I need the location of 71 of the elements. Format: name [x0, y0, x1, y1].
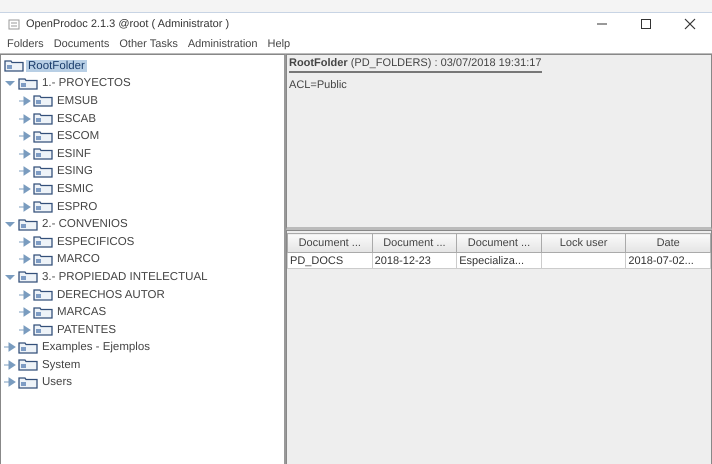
menu-item[interactable]: Help	[262, 38, 296, 50]
folder-icon	[18, 340, 38, 354]
expand-toggle-icon[interactable]	[19, 130, 31, 142]
tree-item[interactable]: Examples - Ejemplos	[40, 341, 152, 354]
folder-icon	[33, 252, 53, 266]
expand-toggle-icon[interactable]	[19, 200, 31, 213]
tree-item[interactable]: ESCOM	[55, 130, 102, 142]
expand-toggle-icon[interactable]	[19, 148, 31, 160]
column-header[interactable]: Lock user	[541, 234, 626, 252]
expand-toggle-icon[interactable]	[19, 253, 31, 266]
expand-toggle-icon[interactable]	[19, 288, 31, 301]
folder-icon	[4, 59, 24, 72]
expand-toggle-icon[interactable]	[19, 236, 31, 248]
menu-item[interactable]: Administration	[182, 38, 263, 50]
menu-item[interactable]: Documents	[48, 38, 114, 50]
expand-toggle-icon[interactable]	[19, 112, 31, 125]
table-cell: PD_DOCS	[288, 252, 372, 268]
table-cell: 2018-07-02...	[626, 252, 710, 268]
tree-item[interactable]: EMSUB	[55, 94, 100, 107]
tree-item[interactable]: ESPECIFICOS	[55, 236, 136, 248]
column-header[interactable]: Document ...	[288, 234, 372, 252]
folder-icon	[33, 182, 53, 196]
tree-item[interactable]: PATENTES	[55, 324, 118, 336]
tree-item[interactable]: ESING	[55, 165, 95, 178]
folder-heading: RootFolder (PD_FOLDERS) : 03/07/2018 19:31:17	[289, 57, 542, 73]
folder-icon	[33, 306, 53, 319]
tree-item[interactable]: RootFolder	[26, 60, 87, 72]
tree-item[interactable]: System	[40, 358, 82, 371]
expand-toggle-icon[interactable]	[19, 182, 31, 195]
tree-item[interactable]: 1.- PROYECTOS	[40, 77, 133, 90]
folder-icon	[33, 323, 53, 336]
folder-icon	[18, 76, 38, 90]
tree-item[interactable]: DERECHOS AUTOR	[55, 288, 167, 301]
folder-icon	[33, 94, 53, 108]
tree-item[interactable]: ESPRO	[55, 200, 100, 213]
column-header[interactable]: Date	[626, 234, 710, 252]
window-title: OpenProdoc 2.1.3 @root ( Administrator )	[26, 18, 230, 30]
folder-icon	[33, 147, 53, 160]
expand-toggle-icon[interactable]	[4, 341, 16, 354]
menu-item[interactable]: Folders	[2, 38, 49, 50]
folder-icon	[33, 164, 53, 178]
expand-toggle-icon[interactable]	[19, 306, 31, 318]
tree-item[interactable]: ESCAB	[55, 112, 98, 125]
folder-icon	[33, 112, 53, 126]
expand-toggle-icon[interactable]	[19, 324, 31, 336]
table-cell: Especializa...	[456, 252, 542, 268]
tree-item[interactable]: Users	[40, 376, 74, 388]
tree-item[interactable]: 3.- PROPIEDAD INTELECTUAL	[40, 270, 210, 283]
expand-toggle-icon[interactable]	[19, 165, 31, 178]
menu-item[interactable]: Other Tasks	[114, 38, 183, 50]
column-header[interactable]: Document ...	[456, 234, 542, 252]
folder-icon	[18, 376, 38, 389]
folder-icon	[33, 130, 53, 143]
tree-item[interactable]: ESINF	[55, 148, 93, 160]
folder-icon	[33, 235, 53, 248]
tree-item[interactable]: MARCO	[55, 253, 102, 266]
folder-icon	[18, 270, 38, 284]
app-icon	[8, 18, 20, 30]
tree-item[interactable]: MARCAS	[55, 306, 108, 318]
folder-icon	[33, 200, 53, 214]
expand-toggle-icon[interactable]	[4, 358, 16, 371]
folder-icon	[18, 218, 38, 231]
table-cell: 2018-12-23	[372, 252, 457, 268]
expand-toggle-icon[interactable]	[4, 376, 16, 388]
tree-item[interactable]: 2.- CONVENIOS	[40, 218, 130, 230]
tree-item[interactable]: ESMIC	[55, 182, 96, 195]
column-header[interactable]: Document ...	[372, 234, 457, 252]
expand-toggle-icon[interactable]	[19, 94, 31, 107]
acl-text: ACL=Public	[289, 79, 348, 91]
folder-icon	[18, 358, 38, 372]
folder-icon	[33, 288, 53, 302]
